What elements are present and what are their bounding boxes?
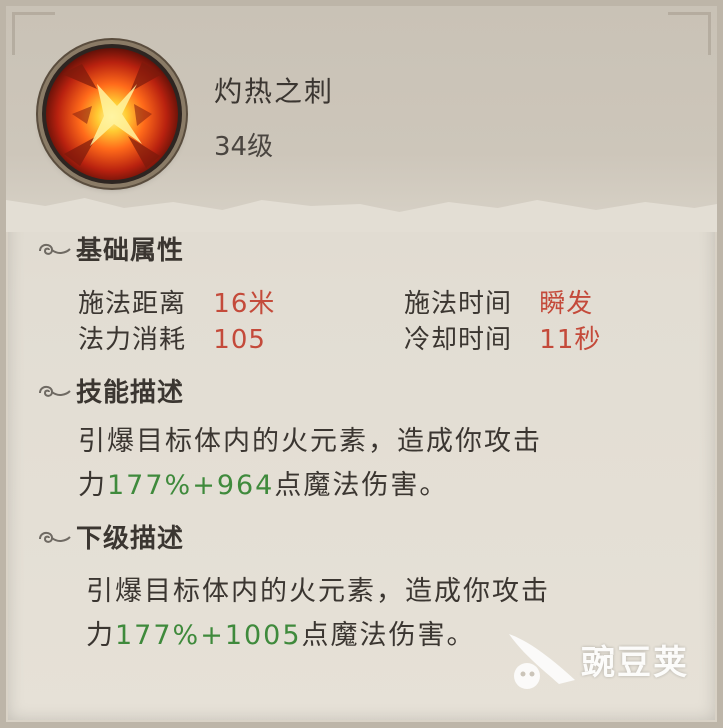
attribute-value: 11秒 bbox=[539, 325, 602, 355]
description-line: 引爆目标体内的火元素，造成你攻击 bbox=[78, 426, 542, 457]
swirl-ornament-icon bbox=[39, 531, 71, 543]
description-line: 力177%+1005点魔法伤害。 bbox=[86, 614, 550, 658]
watermark-text: 豌豆荚 bbox=[581, 642, 689, 683]
description-line: 力177%+964点魔法伤害。 bbox=[78, 464, 542, 508]
attribute-mana-cost: 法力消耗 105 bbox=[78, 319, 266, 356]
attribute-label: 法力消耗 bbox=[78, 325, 187, 355]
attribute-cooldown: 冷却时间 11秒 bbox=[404, 319, 601, 356]
description-text: 力 bbox=[86, 620, 115, 651]
skill-description-text: 引爆目标体内的火元素，造成你攻击 力177%+964点魔法伤害。 bbox=[78, 420, 542, 508]
attribute-label: 施法距离 bbox=[78, 289, 187, 319]
description-text: 点魔法伤害。 bbox=[274, 470, 449, 501]
fire-explosion-icon[interactable] bbox=[42, 44, 182, 184]
skill-level: 34级 bbox=[214, 132, 274, 162]
description-line: 引爆目标体内的火元素，造成你攻击 bbox=[86, 576, 550, 607]
damage-value: 177%+964 bbox=[107, 470, 275, 501]
attribute-value: 105 bbox=[213, 325, 266, 355]
skill-tooltip-panel: 灼热之刺 34级 基础属性 施法距离 16米 施法时间 瞬发 法力消耗 105 … bbox=[0, 0, 723, 728]
skill-name: 灼热之刺 bbox=[214, 75, 335, 108]
corner-ornament bbox=[668, 12, 711, 55]
attribute-label: 冷却时间 bbox=[404, 325, 513, 355]
section-title-text: 技能描述 bbox=[76, 378, 185, 408]
attribute-label: 施法时间 bbox=[404, 289, 513, 319]
description-text: 力 bbox=[78, 470, 107, 501]
description-text: 点魔法伤害。 bbox=[301, 620, 476, 651]
torn-paper-edge bbox=[6, 198, 717, 232]
basic-attributes-title: 基础属性 bbox=[36, 230, 184, 267]
next-level-description-text: 引爆目标体内的火元素，造成你攻击 力177%+1005点魔法伤害。 bbox=[86, 570, 550, 658]
corner-ornament bbox=[12, 12, 55, 55]
swirl-ornament-icon bbox=[39, 385, 71, 397]
wandoujia-logo-icon bbox=[509, 634, 575, 689]
next-level-description-title: 下级描述 bbox=[36, 518, 184, 555]
section-title-text: 下级描述 bbox=[76, 524, 185, 554]
swirl-ornament-icon bbox=[39, 243, 71, 255]
attribute-value: 16米 bbox=[213, 289, 276, 319]
damage-value: 177%+1005 bbox=[115, 620, 302, 651]
attribute-value: 瞬发 bbox=[539, 289, 594, 319]
section-title-text: 基础属性 bbox=[76, 236, 185, 266]
attribute-cast-range: 施法距离 16米 bbox=[78, 283, 275, 320]
skill-description-title: 技能描述 bbox=[36, 372, 184, 409]
wandoujia-watermark: 豌豆荚 bbox=[501, 624, 689, 694]
attribute-cast-time: 施法时间 瞬发 bbox=[404, 283, 593, 320]
